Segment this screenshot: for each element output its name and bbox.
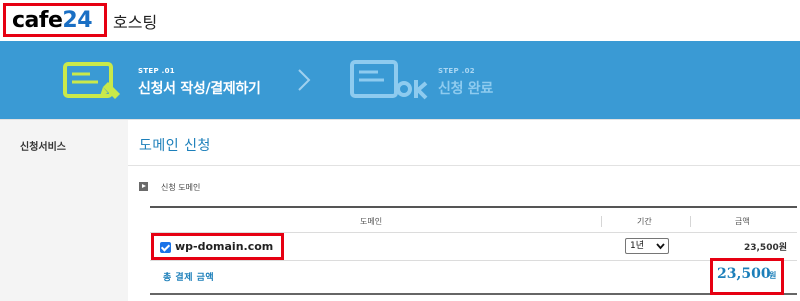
header-separator [690, 216, 691, 227]
header-domain: 도메인 [360, 217, 383, 226]
table-header: 도메인 기간 금액 [150, 206, 797, 233]
service-name: 호스팅 [113, 13, 158, 32]
sub-title: 신청 도메인 [161, 183, 201, 192]
chevron-down-icon [656, 243, 665, 250]
section-title: 도메인 신청 [139, 138, 211, 154]
total-row: 총 결제 금액 23,500 원 [150, 258, 797, 295]
sidebar: 신청서비스 [0, 119, 128, 301]
logo-highlight: cafe24 [3, 3, 107, 37]
total-label: 총 결제 금액 [163, 273, 215, 283]
header-amount: 금액 [735, 217, 750, 226]
logo-text: cafe [12, 8, 63, 33]
total-currency: 원 [769, 271, 777, 280]
step-title: 신청 완료 [438, 81, 493, 97]
play-bullet-icon [139, 182, 148, 191]
step-banner: STEP .01 신청서 작성/결제하기 STEP .02 신청 완료 [0, 41, 800, 119]
table-row: wp-domain.com 1년 23,500원 [150, 233, 797, 261]
form-write-icon [63, 62, 120, 99]
order-form: 신청서비스 도메인 신청 신청 도메인 도메인 기간 금액 wp-domain.… [0, 119, 800, 301]
period-value: 1년 [630, 241, 645, 251]
domain-name: wp-domain.com [175, 240, 274, 253]
logo-number: 24 [62, 8, 93, 33]
step-title: 신청서 작성/결제하기 [138, 81, 261, 97]
step-number: STEP .02 [438, 67, 475, 75]
divider [128, 165, 800, 166]
main-panel: 도메인 신청 신청 도메인 도메인 기간 금액 wp-domain.com 1년 [128, 119, 800, 301]
header-period: 기간 [637, 217, 652, 226]
step-number: STEP .01 [138, 67, 175, 75]
cafe24-logo[interactable]: cafe24 [12, 8, 93, 33]
domain-table: 도메인 기간 금액 wp-domain.com 1년 23,500원 총 결제 … [150, 206, 797, 295]
header-separator [601, 216, 602, 227]
period-select[interactable]: 1년 [625, 238, 669, 254]
chevron-right-icon [298, 69, 311, 91]
row-price: 23,500원 [743, 243, 787, 253]
form-ok-icon [350, 60, 428, 100]
sidebar-label: 신청서비스 [20, 142, 66, 153]
top-header: cafe24 호스팅 [0, 0, 800, 41]
total-amount: 23,500 [717, 266, 771, 282]
domain-checkbox[interactable] [160, 242, 171, 253]
total-highlight: 23,500 원 [710, 258, 784, 295]
domain-highlight: wp-domain.com [151, 233, 284, 260]
